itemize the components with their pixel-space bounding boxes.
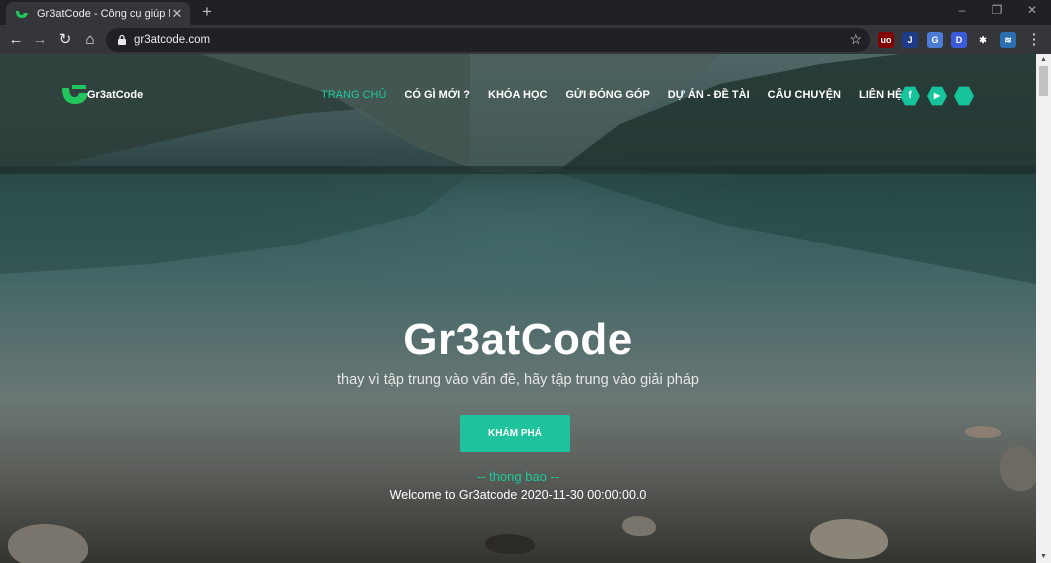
bookmark-star-icon[interactable]: ☆ xyxy=(849,31,862,48)
more-menu-icon[interactable]: ⋮ xyxy=(1024,30,1044,50)
hero-subtitle: thay vì tập trung vào vấn đề, hãy tập tr… xyxy=(337,372,699,388)
nav-item-du-an-de-tai[interactable]: DỰ ÁN - ĐỀ TÀI xyxy=(668,89,750,101)
notice-title: -- thong bao -- xyxy=(476,469,560,484)
restore-button[interactable]: ❐ xyxy=(979,0,1015,22)
rock xyxy=(965,426,1001,438)
scroll-thumb[interactable] xyxy=(1039,66,1048,96)
profile-extension-icon[interactable]: ≋ xyxy=(1000,32,1016,48)
forward-arrow-icon[interactable]: → xyxy=(30,30,50,50)
d-extension-icon[interactable]: D xyxy=(951,32,967,48)
logo-text: Gr3atCode xyxy=(87,89,144,101)
hero-section: Gr3atCode TRANG CHỦ CÓ GÌ MỚI ? KHÓA HỌC… xyxy=(0,54,1036,563)
close-window-button[interactable]: ✕ xyxy=(1014,0,1050,22)
nav-item-trang-chu[interactable]: TRANG CHỦ xyxy=(321,89,386,101)
nav-item-khoa-hoc[interactable]: KHÓA HỌC xyxy=(488,89,547,101)
j-extension-icon[interactable]: J xyxy=(902,32,918,48)
gr3atcode-logo-icon xyxy=(62,85,88,104)
nav-item-cau-chuyen[interactable]: CÂU CHUYỆN xyxy=(768,89,841,101)
tab-close-icon[interactable]: ✕ xyxy=(170,6,184,22)
url-text: gr3atcode.com xyxy=(134,34,211,46)
reload-icon[interactable]: ↻ xyxy=(55,30,75,50)
home-icon[interactable]: ⌂ xyxy=(80,30,100,50)
nav-item-co-gi-moi[interactable]: CÓ GÌ MỚI ? xyxy=(404,89,470,101)
puzzle-icon[interactable]: ✱ xyxy=(975,32,991,48)
rock xyxy=(485,534,535,554)
back-arrow-icon[interactable]: ← xyxy=(6,30,26,50)
browser-tab[interactable]: Gr3atCode - Công cụ giúp học lậ ✕ xyxy=(6,2,190,25)
gr3atcode-favicon-icon xyxy=(16,10,28,18)
ublock-icon[interactable]: uo xyxy=(878,32,894,48)
site-logo[interactable]: Gr3atCode xyxy=(60,84,143,106)
scroll-down-arrow-icon[interactable]: ▼ xyxy=(1036,551,1051,563)
lock-icon xyxy=(118,34,126,45)
lake-background-image xyxy=(0,54,1036,284)
notice-body: Welcome to Gr3atcode 2020-11-30 00:00:00… xyxy=(389,488,647,502)
new-tab-button[interactable]: + xyxy=(198,2,216,22)
explore-button[interactable]: KHÁM PHÁ xyxy=(460,415,570,452)
rock xyxy=(810,519,888,559)
scroll-up-arrow-icon[interactable]: ▲ xyxy=(1036,54,1051,66)
tab-title: Gr3atCode - Công cụ giúp học lậ xyxy=(37,7,170,20)
address-bar[interactable]: gr3atcode.com ☆ xyxy=(106,28,870,52)
browser-toolbar: ← → ↻ ⌂ gr3atcode.com ☆ uo J G D ✱ ≋ ⋮ xyxy=(0,25,1051,54)
main-nav: TRANG CHỦ CÓ GÌ MỚI ? KHÓA HỌC GỬI ĐÓNG … xyxy=(321,89,920,101)
nav-item-gui-dong-gop[interactable]: GỬI ĐÓNG GÓP xyxy=(565,89,649,101)
hero-title: Gr3atCode xyxy=(403,315,633,364)
translate-icon[interactable]: G xyxy=(927,32,943,48)
page-scrollbar[interactable]: ▲ ▼ xyxy=(1036,54,1051,563)
nav-item-lien-he[interactable]: LIÊN HỆ xyxy=(859,89,902,101)
tab-strip: Gr3atCode - Công cụ giúp học lậ ✕ + – ❐ … xyxy=(0,0,1051,25)
minimize-button[interactable]: – xyxy=(944,0,980,22)
rock xyxy=(622,516,656,536)
